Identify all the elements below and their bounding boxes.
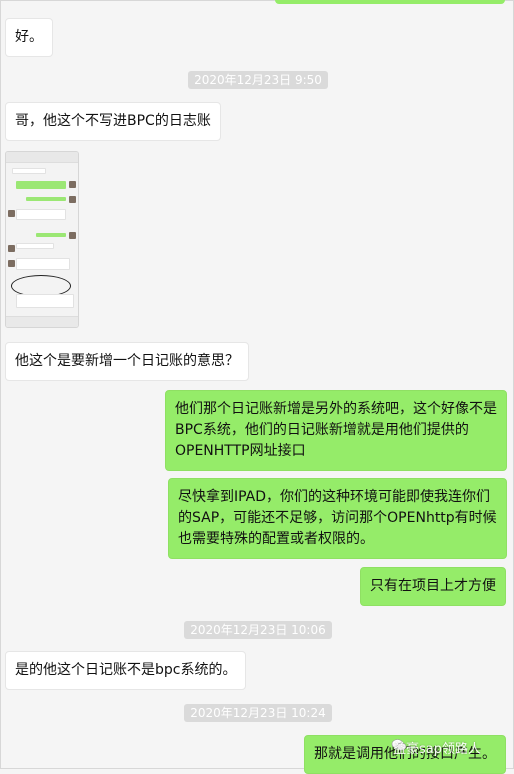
watermark: 益豪sap领路人	[393, 742, 481, 757]
timestamp-text: 2020年12月23日 10:06	[184, 621, 332, 639]
timestamp: 2020年12月23日 9:50	[1, 71, 514, 89]
message-text: 他这个是要新增一个日记账的意思？	[15, 353, 239, 369]
chat-window: 好。 2020年12月23日 9:50 哥，他这个不写进BPC的日志账 他这个是…	[0, 0, 514, 774]
message-line: 也需要特殊的配置或者权限的。	[178, 531, 374, 547]
message-bubble[interactable]: 他们那个日记账新增是另外的系统吧，这个好像不是 BPC系统，他们的日记账新增就是…	[165, 390, 507, 471]
timestamp: 2020年12月23日 10:24	[1, 704, 514, 722]
screenshot-bubble	[16, 209, 66, 220]
screenshot-bubble	[12, 168, 46, 174]
screenshot-bubble	[16, 294, 74, 308]
timestamp: 2020年12月23日 10:06	[1, 621, 514, 639]
message-bubble[interactable]: 只有在项目上才方便	[360, 567, 506, 606]
screenshot-avatar	[8, 210, 15, 217]
message-line: BPC系统，他们的日记账新增就是用他们提供的	[175, 422, 469, 438]
previous-message-bubble	[275, 0, 505, 4]
message-bubble[interactable]: 哥，他这个不写进BPC的日志账	[5, 102, 221, 141]
message-text: 只有在项目上才方便	[370, 578, 496, 594]
screenshot-bubble	[16, 258, 70, 270]
screenshot-avatar	[69, 232, 76, 239]
screenshot-bubble	[16, 243, 54, 249]
message-line: 尽快拿到IPAD，你们的这种环境可能即使我连你们	[178, 489, 491, 505]
screenshot-bubble	[16, 181, 66, 189]
message-line: 的SAP，可能还不足够，访问那个OPENhttp有时候	[178, 510, 497, 526]
message-text: 好。	[15, 29, 43, 45]
screenshot-footer	[6, 316, 78, 327]
message-text: 哥，他这个不写进BPC的日志账	[15, 113, 211, 129]
message-bubble[interactable]: 他这个是要新增一个日记账的意思？	[5, 342, 249, 381]
timestamp-text: 2020年12月23日 10:24	[184, 704, 332, 722]
timestamp-text: 2020年12月23日 9:50	[188, 71, 328, 89]
message-text: 是的他这个日记账不是bpc系统的。	[15, 662, 237, 678]
screenshot-image[interactable]	[5, 151, 79, 328]
screenshot-avatar	[8, 260, 15, 267]
screenshot-header	[6, 152, 78, 163]
message-line: OPENHTTP网址接口	[175, 443, 306, 459]
message-bubble[interactable]: 尽快拿到IPAD，你们的这种环境可能即使我连你们 的SAP，可能还不足够，访问那…	[168, 478, 507, 559]
message-bubble[interactable]: 好。	[5, 18, 53, 57]
screenshot-bubble	[36, 233, 66, 237]
message-bubble[interactable]: 是的他这个日记账不是bpc系统的。	[5, 651, 247, 690]
screenshot-avatar	[69, 196, 76, 203]
message-line: 他们那个日记账新增是另外的系统吧，这个好像不是	[175, 401, 497, 417]
screenshot-avatar	[8, 245, 15, 252]
screenshot-bubble	[26, 197, 66, 201]
screenshot-avatar	[69, 181, 76, 188]
